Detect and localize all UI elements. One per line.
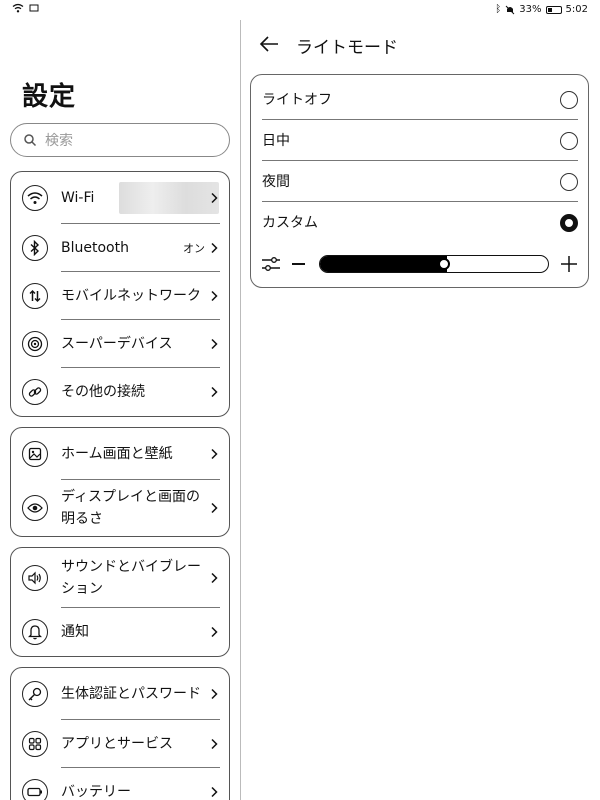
option-label: カスタム [262,215,318,231]
option-light-off[interactable]: ライトオフ [251,79,588,120]
wifi-icon [22,185,48,211]
chevron-right-icon [211,626,218,638]
mobile-network-icon [22,283,48,309]
eye-icon [22,495,48,521]
bluetooth-status-icon: ᛒ [495,4,502,15]
settings-item-label: バッテリー [61,784,131,800]
key-icon [22,681,48,707]
option-daytime[interactable]: 日中 [251,120,588,161]
radio-button[interactable] [560,132,578,150]
chevron-right-icon [211,502,218,514]
page-title: 設定 [22,82,77,112]
light-mode-card: ライトオフ 日中 夜間 カスタム [250,74,589,288]
option-label: 日中 [262,133,290,149]
chevron-right-icon [211,572,218,584]
search-icon [24,134,37,147]
super-device-icon [22,331,48,357]
settings-item-label: 生体認証とパスワード [61,686,201,702]
battery-icon [22,779,48,800]
tune-settings-icon[interactable] [261,256,281,272]
bell-icon [22,619,48,645]
increase-icon[interactable] [560,255,578,273]
option-night[interactable]: 夜間 [251,161,588,202]
chevron-right-icon [211,290,218,302]
bluetooth-status-value: オン [183,242,205,255]
clock: 5:02 [565,4,588,15]
settings-item-bluetooth[interactable]: Bluetooth オン [11,224,229,272]
speaker-icon [22,565,48,591]
decrease-icon[interactable] [292,263,305,265]
settings-group-connectivity: Wi-Fi Bluetooth オン モバイルネットワーク スーパーデバイス そ… [10,171,230,417]
settings-item-label: ディスプレイと画面の明るさ [61,489,201,527]
light-mode-title: ライトモード [296,38,398,58]
settings-item-label: モバイルネットワーク [61,288,201,304]
wifi-status-icon [12,3,24,13]
settings-item-label: 通知 [61,624,89,640]
chevron-right-icon [211,242,218,254]
settings-item-wifi[interactable]: Wi-Fi [11,172,229,224]
settings-item-display-brightness[interactable]: ディスプレイと画面の明るさ [11,480,229,536]
settings-item-label: サウンドとバイブレーション [61,559,201,597]
network-name-redacted [119,182,219,214]
settings-item-label: その他の接続 [61,384,145,400]
chevron-right-icon [211,338,218,350]
chevron-right-icon [211,738,218,750]
back-arrow-icon[interactable] [258,34,280,54]
settings-group-display: ホーム画面と壁紙 ディスプレイと画面の明るさ [10,427,230,537]
search-input[interactable]: 検索 [10,123,230,157]
settings-item-label: ホーム画面と壁紙 [61,446,173,462]
screen-status-icon [29,4,39,11]
apps-grid-icon [22,731,48,757]
mute-status-icon [505,5,515,14]
chevron-right-icon [211,688,218,700]
option-custom[interactable]: カスタム [251,202,588,243]
slider-fill [320,256,447,272]
settings-item-super-device[interactable]: スーパーデバイス [11,320,229,368]
settings-item-home-screen[interactable]: ホーム画面と壁紙 [11,428,229,480]
settings-item-other-connections[interactable]: その他の接続 [11,368,229,416]
brightness-slider[interactable] [319,255,549,273]
settings-item-label: アプリとサービス [61,736,173,752]
settings-group-security: 生体認証とパスワード アプリとサービス バッテリー [10,667,230,800]
settings-group-sound: サウンドとバイブレーション 通知 [10,547,230,657]
bluetooth-icon [22,235,48,261]
radio-button[interactable] [560,91,578,109]
link-icon [22,379,48,405]
chevron-right-icon [211,448,218,460]
status-bar: ᛒ 33% 5:02 [0,0,600,20]
wallpaper-icon [22,441,48,467]
radio-button-selected[interactable] [560,214,578,232]
settings-item-notifications[interactable]: 通知 [11,608,229,656]
pane-divider [240,20,241,800]
search-placeholder: 検索 [45,133,73,149]
settings-item-biometrics-password[interactable]: 生体認証とパスワード [11,668,229,720]
settings-item-apps-services[interactable]: アプリとサービス [11,720,229,768]
option-label: 夜間 [262,174,290,190]
chevron-right-icon [211,386,218,398]
brightness-slider-row [251,247,588,281]
settings-item-mobile-network[interactable]: モバイルネットワーク [11,272,229,320]
option-label: ライトオフ [262,92,332,108]
slider-thumb[interactable] [437,258,450,270]
radio-button[interactable] [560,173,578,191]
chevron-right-icon [211,786,218,798]
settings-item-battery[interactable]: バッテリー [11,768,229,800]
battery-percent: 33% [519,4,542,15]
chevron-right-icon [211,192,218,204]
settings-item-label: スーパーデバイス [61,336,173,352]
settings-item-sound-vibration[interactable]: サウンドとバイブレーション [11,548,229,608]
battery-status-icon [545,5,562,14]
